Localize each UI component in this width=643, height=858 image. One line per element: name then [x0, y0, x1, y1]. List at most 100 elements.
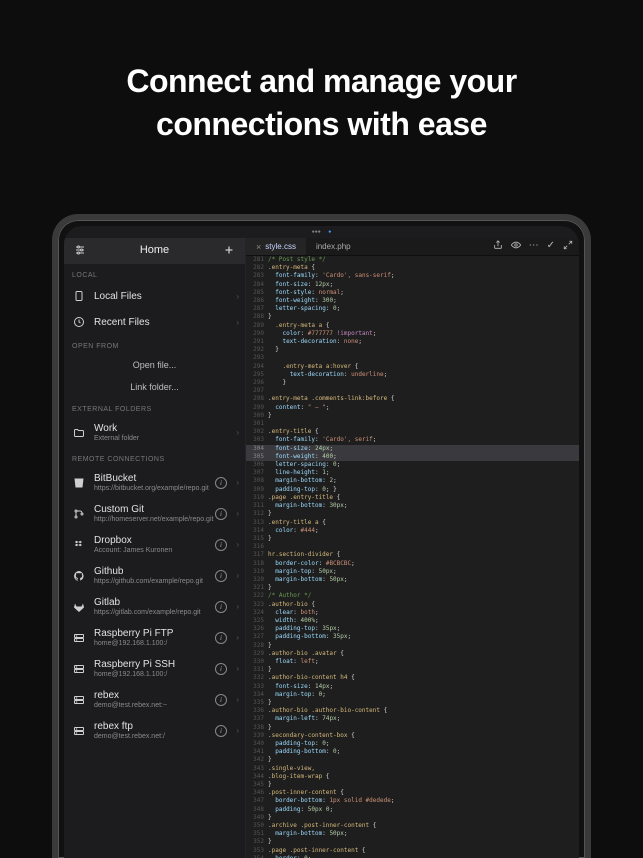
code-line[interactable]: 311 margin-bottom: 30px;	[246, 502, 579, 510]
code-line[interactable]: 301	[246, 420, 579, 428]
add-icon[interactable]	[221, 242, 237, 258]
code-line[interactable]: 342}	[246, 756, 579, 764]
code-line[interactable]: 331}	[246, 666, 579, 674]
link-folder-button[interactable]: Link folder...	[64, 376, 245, 398]
code-line[interactable]: 285 font-style: normal;	[246, 289, 579, 297]
code-line[interactable]: 282.entry-meta {	[246, 264, 579, 272]
code-line[interactable]: 351 margin-bottom: 50px;	[246, 830, 579, 838]
check-icon[interactable]: ✓	[547, 240, 555, 253]
sidebar-item-remote[interactable]: Raspberry Pi SSHhome@192.168.1.100:/i›	[64, 653, 245, 684]
code-line[interactable]: 352}	[246, 838, 579, 846]
code-line[interactable]: 295 text-decoration: underline;	[246, 371, 579, 379]
code-line[interactable]: 346.post-inner-content {	[246, 789, 579, 797]
expand-icon[interactable]	[563, 240, 573, 253]
code-line[interactable]: 348 padding: 50px 0;	[246, 806, 579, 814]
code-line[interactable]: 307 line-height: 1;	[246, 469, 579, 477]
code-line[interactable]: 324 clear: both;	[246, 609, 579, 617]
code-line[interactable]: 347 border-bottom: 1px solid #dedede;	[246, 797, 579, 805]
tab-style-css[interactable]: × style.css	[246, 238, 306, 255]
code-line[interactable]: 316	[246, 543, 579, 551]
sidebar-item-external-work[interactable]: Work External folder ›	[64, 417, 245, 448]
info-icon[interactable]: i	[215, 477, 227, 489]
code-line[interactable]: 309 padding-top: 0; }	[246, 486, 579, 494]
code-line[interactable]: 340 padding-top: 0;	[246, 740, 579, 748]
code-line[interactable]: 296 }	[246, 379, 579, 387]
settings-icon[interactable]	[72, 242, 88, 258]
code-line[interactable]: 314 color: #444;	[246, 527, 579, 535]
sidebar-item-remote[interactable]: BitBuckethttps://bitbucket.org/example/r…	[64, 467, 245, 498]
code-line[interactable]: 289 .entry-meta a {	[246, 322, 579, 330]
code-line[interactable]: 323.author-bio {	[246, 601, 579, 609]
preview-icon[interactable]	[511, 240, 521, 253]
sidebar-item-recent-files[interactable]: Recent Files ›	[64, 309, 245, 335]
code-line[interactable]: 326 padding-top: 35px;	[246, 625, 579, 633]
code-line[interactable]: 345}	[246, 781, 579, 789]
code-editor[interactable]: 281/* Post style */282.entry-meta {283 f…	[246, 256, 579, 858]
code-line[interactable]: 325 width: 400%;	[246, 617, 579, 625]
code-line[interactable]: 318 border-color: #BCBCBC;	[246, 560, 579, 568]
code-line[interactable]: 293	[246, 354, 579, 362]
code-line[interactable]: 330 float: left;	[246, 658, 579, 666]
code-line[interactable]: 310.page .entry-title {	[246, 494, 579, 502]
code-line[interactable]: 288}	[246, 313, 579, 321]
code-line[interactable]: 290 color: #777777 !important;	[246, 330, 579, 338]
code-line[interactable]: 291 text-decoration: none;	[246, 338, 579, 346]
code-line[interactable]: 303 font-family: 'Cardo', serif;	[246, 436, 579, 444]
code-line[interactable]: 332.author-bio-content h4 {	[246, 674, 579, 682]
more-icon[interactable]: ⋯	[529, 240, 539, 253]
info-icon[interactable]: i	[215, 508, 227, 520]
code-line[interactable]: 300}	[246, 412, 579, 420]
code-line[interactable]: 306 letter-spacing: 0;	[246, 461, 579, 469]
code-line[interactable]: 286 font-weight: 300;	[246, 297, 579, 305]
code-line[interactable]: 317hr.section-divider {	[246, 551, 579, 559]
close-icon[interactable]: ×	[256, 242, 261, 252]
code-line[interactable]: 344.blog-item-wrap {	[246, 773, 579, 781]
code-line[interactable]: 298.entry-meta .comments-link:before {	[246, 395, 579, 403]
code-line[interactable]: 312}	[246, 510, 579, 518]
tab-index-php[interactable]: index.php	[306, 238, 361, 255]
code-line[interactable]: 343.single-view,	[246, 765, 579, 773]
code-line[interactable]: 305 font-weight: 400;	[246, 453, 579, 461]
code-line[interactable]: 292 }	[246, 346, 579, 354]
code-line[interactable]: 334 margin-top: 0;	[246, 691, 579, 699]
code-line[interactable]: 315}	[246, 535, 579, 543]
code-line[interactable]: 299 content: " – ";	[246, 404, 579, 412]
info-icon[interactable]: i	[215, 694, 227, 706]
info-icon[interactable]: i	[215, 632, 227, 644]
code-line[interactable]: 321}	[246, 584, 579, 592]
code-line[interactable]: 328}	[246, 642, 579, 650]
info-icon[interactable]: i	[215, 601, 227, 613]
info-icon[interactable]: i	[215, 725, 227, 737]
code-line[interactable]: 329.author-bio .avatar {	[246, 650, 579, 658]
code-line[interactable]: 339.secondary-content-box {	[246, 732, 579, 740]
info-icon[interactable]: i	[215, 539, 227, 551]
code-line[interactable]: 304 font-size: 24px;	[246, 445, 579, 453]
code-line[interactable]: 287 letter-spacing: 0;	[246, 305, 579, 313]
code-line[interactable]: 338}	[246, 724, 579, 732]
code-line[interactable]: 341 padding-bottom: 0;	[246, 748, 579, 756]
code-line[interactable]: 297	[246, 387, 579, 395]
code-line[interactable]: 283 font-family: 'Cardo', sans-serif;	[246, 272, 579, 280]
open-file-button[interactable]: Open file...	[64, 354, 245, 376]
code-line[interactable]: 335}	[246, 699, 579, 707]
code-line[interactable]: 322/* Author */	[246, 592, 579, 600]
sidebar-item-local-files[interactable]: Local Files ›	[64, 283, 245, 309]
sidebar-item-remote[interactable]: Raspberry Pi FTPhome@192.168.1.100:/i›	[64, 622, 245, 653]
code-line[interactable]: 350.archive .post-inner-content {	[246, 822, 579, 830]
code-line[interactable]: 349}	[246, 814, 579, 822]
sidebar-item-remote[interactable]: Custom Githttp://homeserver.net/example/…	[64, 498, 245, 529]
code-line[interactable]: 333 font-size: 14px;	[246, 683, 579, 691]
sidebar-item-remote[interactable]: Gitlabhttps://gitlab.com/example/repo.gi…	[64, 591, 245, 622]
code-line[interactable]: 294 .entry-meta a:hover {	[246, 363, 579, 371]
code-line[interactable]: 281/* Post style */	[246, 256, 579, 264]
sidebar-item-remote[interactable]: Githubhttps://github.com/example/repo.gi…	[64, 560, 245, 591]
code-line[interactable]: 353.page .post-inner-content {	[246, 847, 579, 855]
sidebar-item-remote[interactable]: rebexdemo@test.rebex.net:~i›	[64, 684, 245, 715]
sidebar-item-remote[interactable]: rebex ftpdemo@test.rebex.net:/i›	[64, 715, 245, 746]
code-line[interactable]: 336.author-bio .author-bio-content {	[246, 707, 579, 715]
code-line[interactable]: 308 margin-bottom: 2;	[246, 477, 579, 485]
code-line[interactable]: 302.entry-title {	[246, 428, 579, 436]
code-line[interactable]: 284 font-size: 12px;	[246, 281, 579, 289]
info-icon[interactable]: i	[215, 663, 227, 675]
code-line[interactable]: 337 margin-left: 74px;	[246, 715, 579, 723]
